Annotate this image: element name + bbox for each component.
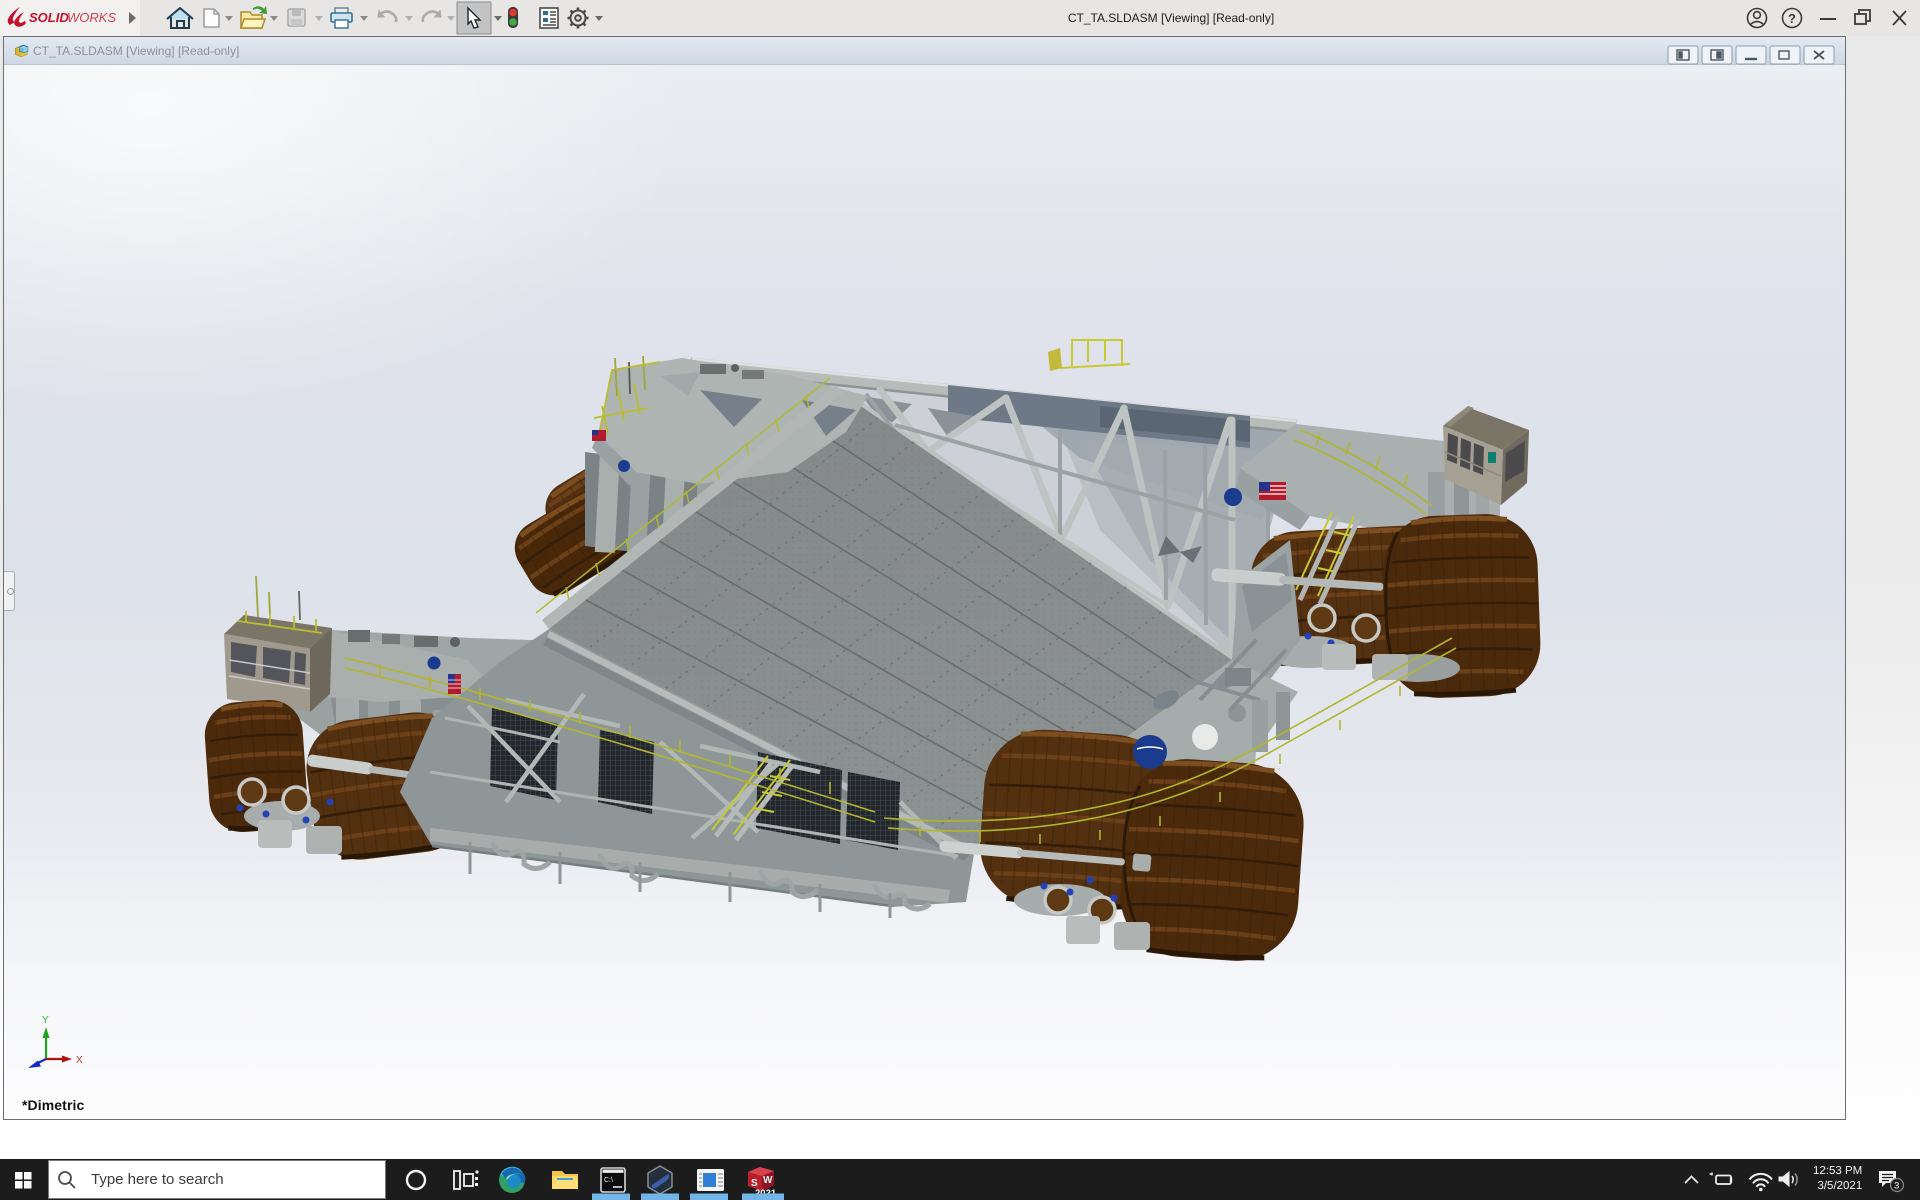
svg-text:3: 3 [1894, 1181, 1899, 1192]
svg-text:X: X [76, 1055, 83, 1066]
svg-text:C:\: C:\ [604, 1177, 613, 1184]
svg-text:Y: Y [42, 1015, 49, 1026]
svg-text:SOLID: SOLID [29, 10, 69, 25]
svg-text:W: W [763, 1175, 773, 1186]
svg-text:?: ? [1788, 11, 1796, 26]
svg-text:WORKS: WORKS [67, 10, 116, 25]
